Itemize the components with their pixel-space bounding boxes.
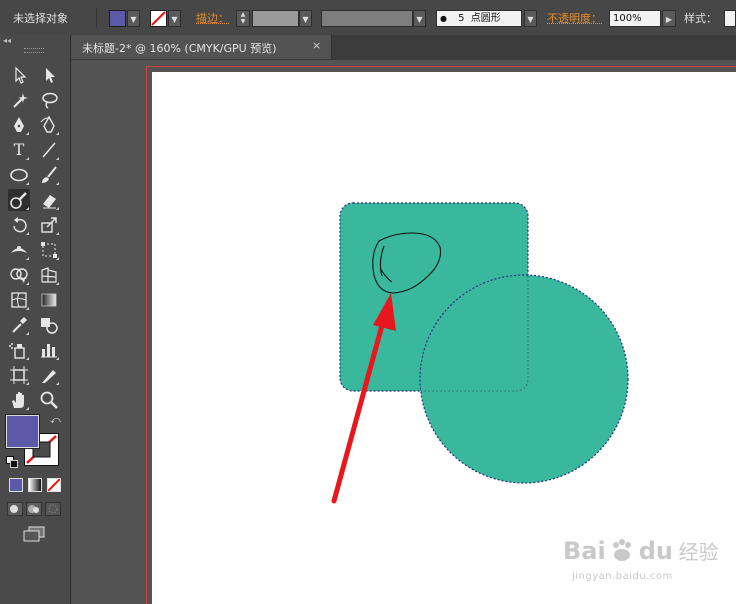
baidu-watermark: Bai du 经验 bbox=[563, 536, 718, 565]
artwork-layer bbox=[331, 202, 629, 504]
watermark-url: jingyan.baidu.com bbox=[572, 571, 673, 582]
watermark-cn: 经验 bbox=[678, 540, 719, 564]
circle-shape[interactable] bbox=[419, 274, 629, 484]
watermark-brand: Bai bbox=[563, 537, 606, 565]
watermark-brand-suffix: du bbox=[638, 537, 673, 565]
paw-logo-icon bbox=[609, 539, 635, 563]
